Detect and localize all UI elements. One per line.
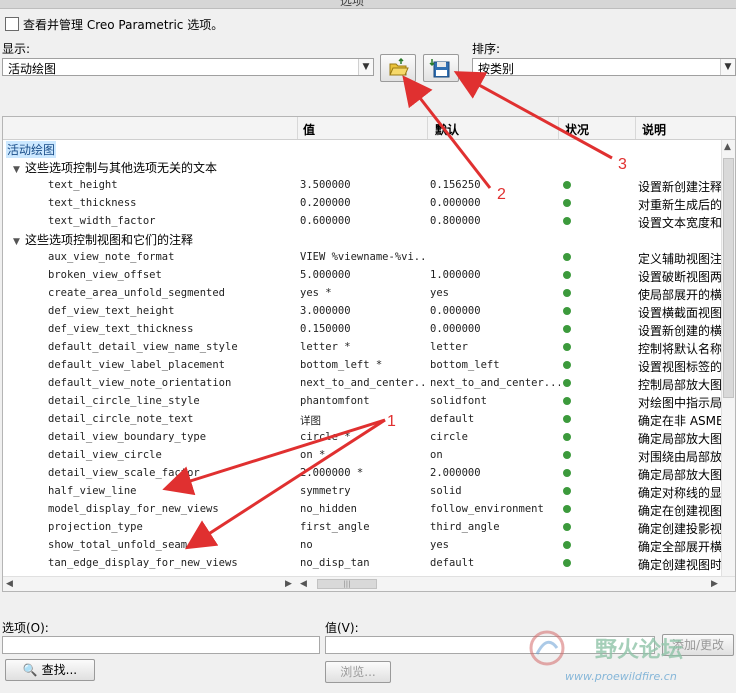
annotation-label-2: 2	[497, 186, 506, 203]
annotation-arrow-2	[402, 75, 492, 189]
annotation-label-3: 3	[618, 156, 627, 173]
annotation-arrow-1a	[162, 418, 386, 496]
annotation-label-1: 1	[387, 413, 396, 430]
annotation-arrow-3	[453, 71, 613, 160]
annotation-overlay	[162, 71, 613, 550]
annotation-arrow-1b	[184, 418, 386, 550]
